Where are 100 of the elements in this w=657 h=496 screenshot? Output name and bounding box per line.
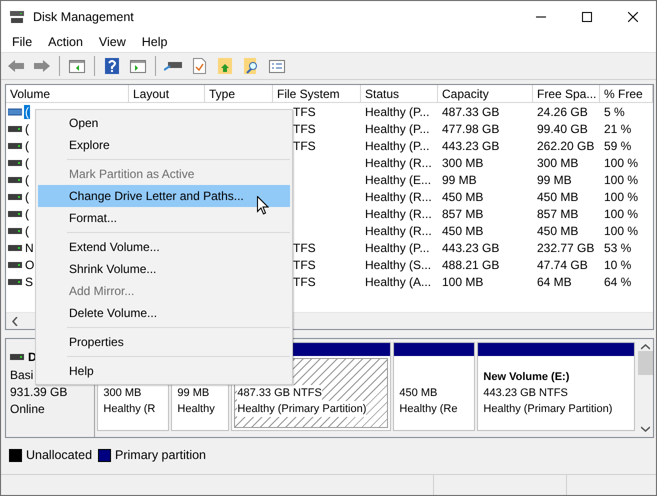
- table-cell: (: [24, 190, 30, 204]
- folder-magnifier-icon: [244, 58, 258, 74]
- column-header[interactable]: Status: [361, 85, 438, 103]
- table-cell-text: Healthy (A...: [364, 274, 432, 288]
- partition-text: 99 MB: [177, 386, 210, 401]
- drive-icon: [8, 278, 22, 286]
- app-icon: [9, 10, 25, 24]
- table-cell-text: 53 %: [603, 240, 632, 254]
- column-header[interactable]: Volume: [6, 85, 129, 103]
- table-cell: (: [24, 172, 30, 186]
- table-cell-text: 47.74 GB: [536, 258, 589, 272]
- partition-text: 450 MB: [399, 386, 438, 401]
- disk-status: Online: [10, 401, 45, 418]
- table-cell-text: Healthy (P...: [364, 240, 430, 254]
- table-cell-text: 232.77 GB: [536, 240, 596, 254]
- table-cell: (: [24, 206, 30, 220]
- table-cell-text: Healthy (P...: [364, 122, 430, 136]
- mouse-pointer-icon: [257, 196, 269, 215]
- scroll-left-icon[interactable]: [12, 316, 18, 326]
- help-icon: [105, 58, 119, 74]
- table-cell-text: 300 MB: [441, 156, 484, 170]
- drive-icon: [8, 192, 22, 200]
- disk-size: 931.39 GB: [10, 384, 68, 401]
- context-menu-item[interactable]: Extend Volume...: [38, 236, 290, 258]
- drive-icon: [8, 244, 22, 252]
- partition-text: Healthy (R: [103, 402, 156, 417]
- context-menu-item[interactable]: Open: [38, 112, 290, 134]
- table-cell-text: 100 MB: [441, 274, 484, 288]
- context-menu-item[interactable]: Explore: [38, 134, 290, 156]
- partition-text: Healthy (Primary Partition): [483, 402, 614, 417]
- context-menu-item[interactable]: Delete Volume...: [38, 302, 290, 324]
- column-header[interactable]: % Free: [600, 85, 653, 103]
- vertical-scrollbar[interactable]: [637, 339, 653, 437]
- drive-icon: [8, 142, 22, 150]
- table-cell: (: [24, 156, 30, 170]
- table-cell-text: TFS: [292, 138, 317, 152]
- table-cell-text: Healthy (R...: [364, 156, 433, 170]
- table-cell-text: TFS: [292, 240, 317, 254]
- partition-block[interactable]: New Volume (E:) 443.23 GB NTFS Healthy (Primary Partition): [477, 342, 636, 431]
- table-cell-text: TFS: [292, 258, 317, 272]
- context-menu-item[interactable]: Format...: [38, 207, 290, 229]
- drive-icon: [164, 60, 182, 72]
- scroll-up-icon[interactable]: [640, 344, 650, 350]
- table-cell-text: 99 MB: [536, 172, 573, 186]
- table-cell-text: 443.23 GB: [441, 240, 500, 254]
- forward-arrow-icon: [34, 60, 50, 72]
- checked-document-icon: [192, 58, 206, 74]
- partition-text: 300 MB: [103, 386, 142, 401]
- table-cell-text: Healthy (S...: [364, 258, 432, 272]
- table-cell-text: 10 %: [603, 258, 632, 272]
- table-cell-text: 64 %: [603, 274, 632, 288]
- table-cell: (: [24, 122, 30, 136]
- drive-icon: [8, 210, 22, 218]
- back-arrow-icon: [8, 60, 24, 72]
- panel-icon: [69, 60, 85, 73]
- table-cell: (: [24, 138, 30, 152]
- scroll-down-icon[interactable]: [640, 426, 650, 432]
- table-cell-text: Healthy (P...: [364, 138, 430, 152]
- table-cell-text: 488.21 GB: [441, 258, 500, 272]
- menu-item[interactable]: Help: [134, 32, 176, 52]
- drive-icon: [8, 124, 22, 132]
- table-cell-text: 857 MB: [441, 206, 484, 220]
- drive-icon: [8, 176, 22, 184]
- partition-text: Healthy (Re: [399, 402, 458, 417]
- table-cell-text: Healthy (R...: [364, 190, 433, 204]
- drive-icon: [8, 226, 22, 234]
- table-cell-text: 59 %: [603, 138, 632, 152]
- table-cell-text: TFS: [292, 122, 317, 136]
- table-cell-text: 477.98 GB: [441, 122, 500, 136]
- menu-item[interactable]: Action: [40, 32, 91, 52]
- table-cell-text: 450 MB: [441, 190, 484, 204]
- column-header[interactable]: Free Spa...: [533, 85, 600, 103]
- menu-item[interactable]: File: [4, 32, 40, 52]
- table-cell-text: 100 %: [603, 224, 640, 238]
- context-menu-item[interactable]: Shrink Volume...: [38, 258, 290, 280]
- column-header[interactable]: File System: [273, 85, 361, 103]
- table-cell-text: 100 %: [603, 172, 640, 186]
- disk-type: Basi: [10, 367, 34, 384]
- context-menu-item[interactable]: Change Drive Letter and Paths...: [38, 185, 290, 207]
- table-cell: N: [24, 240, 35, 254]
- table-cell-text: TFS: [292, 104, 317, 118]
- table-cell-text: 5 %: [603, 104, 626, 118]
- column-header[interactable]: Capacity: [438, 85, 533, 103]
- scroll-thumb[interactable]: [638, 351, 653, 375]
- table-cell-text: 21 %: [603, 122, 632, 136]
- table-cell-text: Healthy (P...: [364, 104, 430, 118]
- partition-text: 487.33 GB NTFS: [237, 385, 322, 401]
- partition-text: Healthy: [177, 402, 216, 417]
- partition-title: New Volume (E:): [483, 370, 570, 385]
- table-cell-text: 857 MB: [536, 206, 580, 220]
- drive-icon: [8, 108, 22, 116]
- table-cell-text: 262.20 GB: [536, 138, 596, 152]
- menu-item[interactable]: View: [90, 32, 134, 52]
- panel-icon: [130, 60, 146, 73]
- column-header[interactable]: Type: [205, 85, 273, 103]
- table-cell-text: 99 MB: [441, 172, 478, 186]
- drive-icon: [8, 260, 22, 268]
- column-header[interactable]: Layout: [129, 85, 205, 103]
- partition-text: Healthy (Primary Partition): [237, 401, 366, 417]
- partition-block[interactable]: 450 MB Healthy (Re: [393, 342, 476, 431]
